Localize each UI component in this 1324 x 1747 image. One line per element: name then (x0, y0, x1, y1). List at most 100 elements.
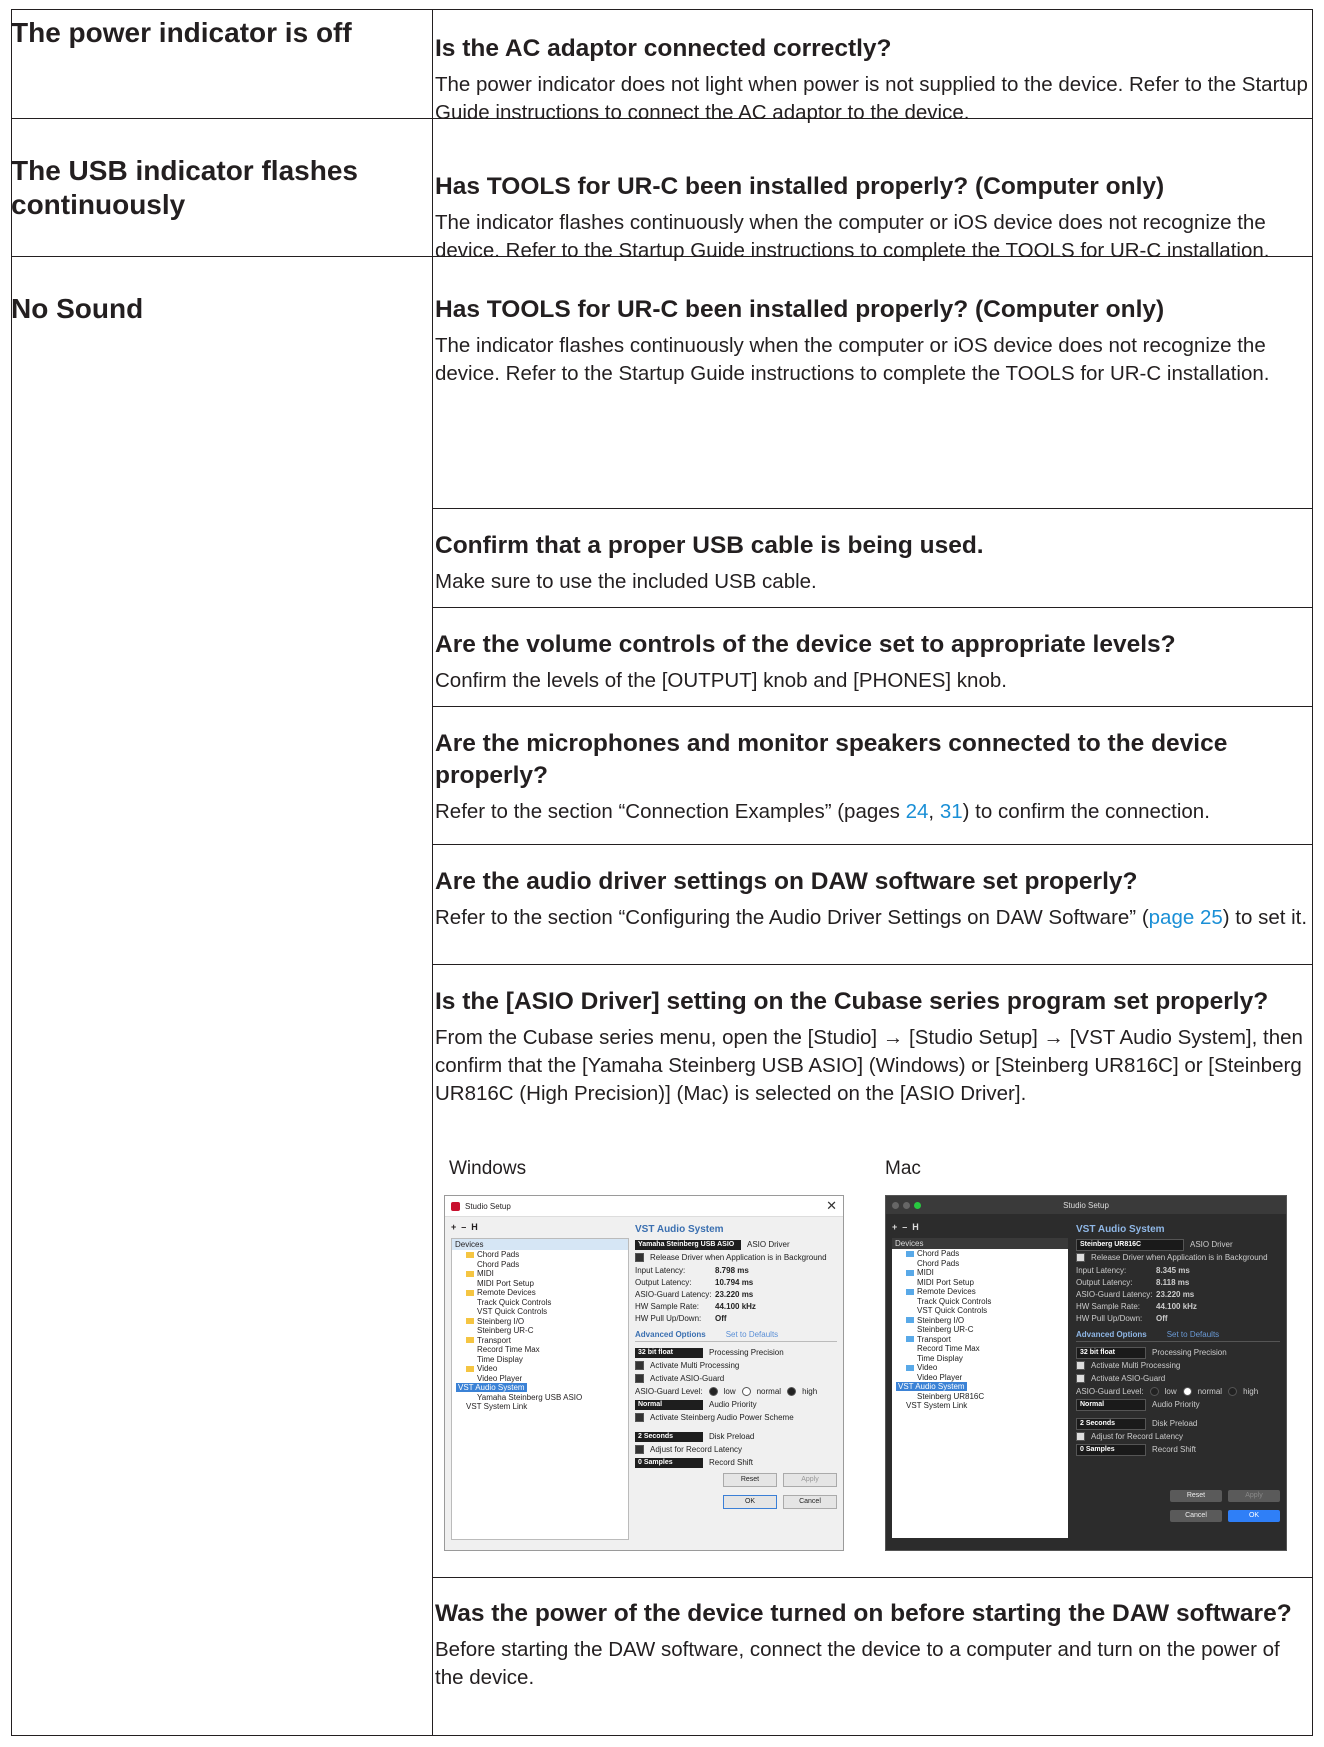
tree-item[interactable]: VST System Link (452, 1402, 628, 1412)
tree-item-selected[interactable]: VST Audio System (452, 1383, 628, 1393)
tree-item[interactable]: MIDI (892, 1268, 1068, 1278)
question: Was the power of the device turned on be… (435, 1600, 1292, 1627)
problem-power-indicator: The power indicator is off (11, 17, 352, 48)
reset-button[interactable]: Reset (723, 1473, 777, 1487)
tree-item[interactable]: MIDI Port Setup (892, 1278, 1068, 1288)
record-shift-select[interactable]: 0 Samples (1076, 1443, 1146, 1456)
asio-driver-select[interactable]: Yamaha Steinberg USB ASIO (635, 1239, 741, 1250)
release-driver-checkbox[interactable] (635, 1253, 644, 1262)
power-scheme-checkbox[interactable] (635, 1413, 644, 1422)
release-driver-label: Release Driver when Application is in Ba… (650, 1253, 827, 1262)
asio-guard-checkbox[interactable] (635, 1374, 644, 1383)
tree-item[interactable]: MIDI Port Setup (452, 1279, 628, 1289)
folder-icon (466, 1251, 474, 1258)
level-high-radio[interactable] (1228, 1387, 1238, 1396)
tree-item[interactable]: Steinberg UR-C (452, 1326, 628, 1336)
priority-select[interactable]: Normal (635, 1399, 703, 1410)
tree-item[interactable]: Chord Pads (892, 1249, 1068, 1259)
page-link-25[interactable]: page 25 (1149, 906, 1223, 929)
cancel-button[interactable]: Cancel (1170, 1510, 1222, 1522)
level-high-radio[interactable] (787, 1387, 797, 1396)
level-normal-radio[interactable] (1182, 1387, 1192, 1396)
multi-processing-checkbox[interactable] (1076, 1361, 1085, 1370)
remove-icon[interactable]: – (902, 1222, 907, 1235)
cubase-icon (451, 1201, 460, 1211)
tree-item[interactable]: Record Time Max (452, 1345, 628, 1355)
level-label: high (1243, 1387, 1259, 1396)
level-label: low (723, 1387, 736, 1396)
tree-item[interactable]: Chord Pads (452, 1250, 628, 1260)
tree-item-selected[interactable]: VST Audio System (892, 1382, 1068, 1392)
asio-driver-select[interactable]: Steinberg UR816C (1076, 1238, 1184, 1251)
ok-button[interactable]: OK (723, 1495, 777, 1509)
tree-item[interactable]: Time Display (452, 1355, 628, 1365)
asio-guard-checkbox[interactable] (1076, 1374, 1085, 1383)
level-low-radio[interactable] (1149, 1387, 1159, 1396)
stat-value: 8.118 ms (1156, 1277, 1190, 1287)
stat-label: ASIO-Guard Latency: (1076, 1289, 1153, 1299)
folder-icon (466, 1318, 474, 1325)
tree-item[interactable]: Chord Pads (892, 1259, 1068, 1269)
tree-item[interactable]: Track Quick Controls (892, 1297, 1068, 1307)
page-link-24[interactable]: 24 (906, 800, 929, 823)
tab-advanced-options[interactable]: Advanced Options (635, 1330, 706, 1339)
priority-select[interactable]: Normal (1076, 1398, 1146, 1411)
add-icon[interactable]: + (892, 1222, 897, 1235)
tree-item[interactable]: VST System Link (892, 1401, 1068, 1411)
page-link-31[interactable]: 31 (940, 800, 963, 823)
asio-guard-label: Activate ASIO-Guard (1091, 1374, 1166, 1383)
apply-button[interactable]: Apply (1228, 1490, 1280, 1502)
disk-preload-select[interactable]: 2 Seconds (635, 1431, 703, 1442)
record-shift-select[interactable]: 0 Samples (635, 1457, 703, 1468)
stat-value: Off (715, 1313, 727, 1323)
tree-item[interactable]: Video Player (892, 1373, 1068, 1383)
tree-item[interactable]: Video Player (452, 1374, 628, 1384)
tree-item[interactable]: Steinberg I/O (452, 1317, 628, 1327)
ok-button[interactable]: OK (1228, 1510, 1280, 1522)
tree-item[interactable]: Transport (452, 1336, 628, 1346)
reset-button[interactable]: Reset (1170, 1490, 1222, 1502)
level-normal-radio[interactable] (741, 1387, 751, 1396)
release-driver-checkbox[interactable] (1076, 1253, 1085, 1262)
set-to-defaults-link[interactable]: Set to Defaults (1167, 1330, 1219, 1339)
cancel-button[interactable]: Cancel (783, 1495, 837, 1509)
problem-no-sound: No Sound (11, 293, 144, 324)
disk-preload-select[interactable]: 2 Seconds (1076, 1417, 1146, 1430)
precision-label: Processing Precision (1152, 1348, 1227, 1357)
tree-item[interactable]: VST Quick Controls (452, 1307, 628, 1317)
tree-item[interactable]: Steinberg UR-C (892, 1325, 1068, 1335)
tree-item[interactable]: Transport (892, 1335, 1068, 1345)
tab-advanced-options[interactable]: Advanced Options (1076, 1330, 1147, 1339)
tree-item[interactable]: Remote Devices (452, 1288, 628, 1298)
stat-label: Output Latency: (1076, 1277, 1133, 1287)
windows-studio-setup-screenshot: Studio Setup ✕ + – H Devices Chord Pads … (444, 1195, 844, 1551)
tree-item[interactable]: Steinberg I/O (892, 1316, 1068, 1326)
reset-icon[interactable]: H (471, 1222, 478, 1235)
multi-processing-checkbox[interactable] (635, 1361, 644, 1370)
priority-label: Audio Priority (709, 1400, 757, 1409)
close-icon[interactable]: ✕ (826, 1198, 837, 1214)
adjust-latency-checkbox[interactable] (635, 1445, 644, 1454)
tree-item[interactable]: MIDI (452, 1269, 628, 1279)
level-low-radio[interactable] (708, 1387, 718, 1396)
tree-item[interactable]: Record Time Max (892, 1344, 1068, 1354)
apply-button[interactable]: Apply (783, 1473, 837, 1487)
tree-item[interactable]: VST Quick Controls (892, 1306, 1068, 1316)
tree-item[interactable]: Remote Devices (892, 1287, 1068, 1297)
tree-item[interactable]: Chord Pads (452, 1260, 628, 1270)
precision-select[interactable]: 32 bit float (1076, 1346, 1146, 1359)
precision-select[interactable]: 32 bit float (635, 1347, 703, 1358)
adjust-latency-checkbox[interactable] (1076, 1432, 1085, 1441)
reset-icon[interactable]: H (912, 1222, 919, 1235)
folder-icon (906, 1336, 914, 1343)
question: Are the audio driver settings on DAW sof… (435, 868, 1138, 895)
tree-item[interactable]: Time Display (892, 1354, 1068, 1364)
tree-item[interactable]: Video (892, 1363, 1068, 1373)
set-to-defaults-link[interactable]: Set to Defaults (726, 1330, 778, 1339)
tree-item[interactable]: Video (452, 1364, 628, 1374)
tree-item[interactable]: Yamaha Steinberg USB ASIO (452, 1393, 628, 1403)
tree-item[interactable]: Track Quick Controls (452, 1298, 628, 1308)
remove-icon[interactable]: – (461, 1222, 466, 1235)
add-icon[interactable]: + (451, 1222, 456, 1235)
tree-item[interactable]: Steinberg UR816C (892, 1392, 1068, 1402)
